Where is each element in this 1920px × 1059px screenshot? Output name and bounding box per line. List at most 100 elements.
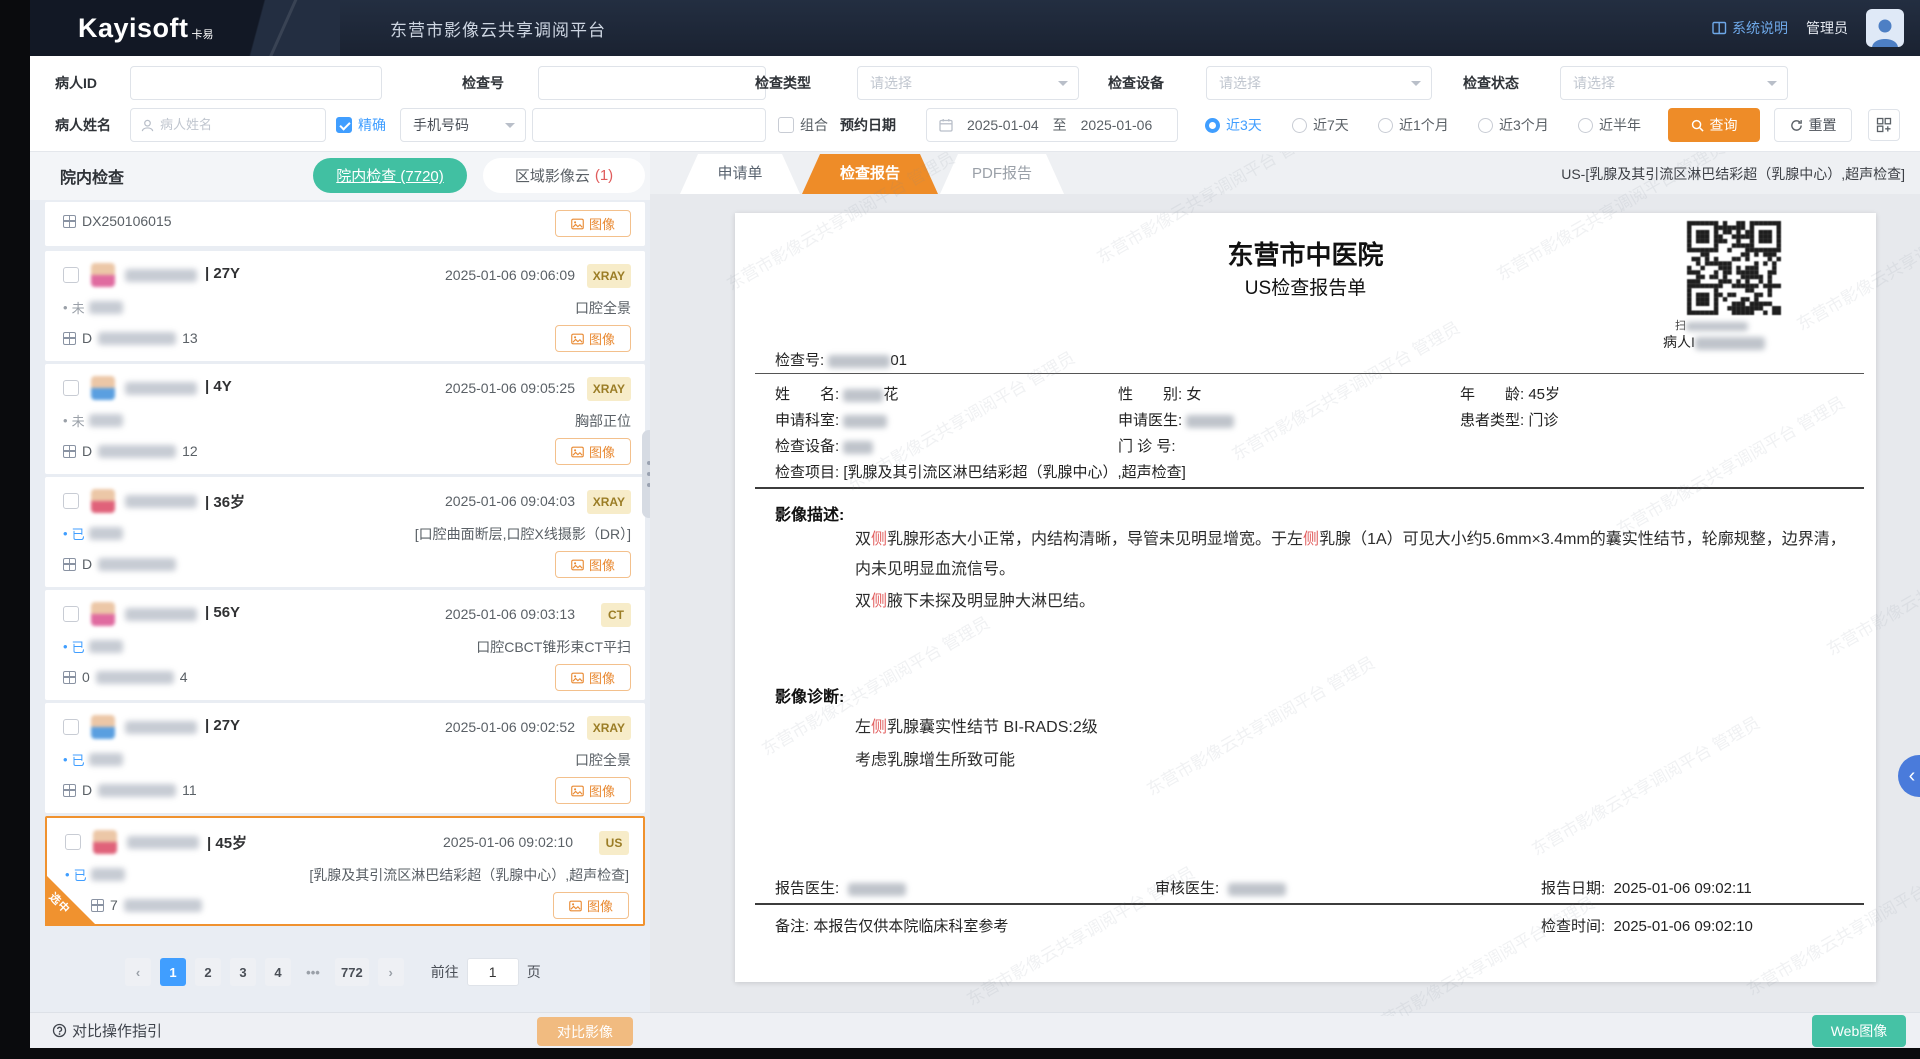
patient-name-redacted bbox=[125, 721, 197, 734]
radio-last-3-days[interactable]: 近3天 bbox=[1205, 108, 1262, 142]
device-select[interactable]: 请选择 bbox=[1206, 66, 1432, 100]
manual-icon bbox=[1712, 21, 1727, 35]
accession-number: D bbox=[63, 556, 182, 572]
radio-last-half-year[interactable]: 近半年 bbox=[1578, 108, 1641, 142]
image-icon bbox=[569, 900, 582, 912]
item-checkbox[interactable] bbox=[63, 719, 79, 735]
diag-line-1: 左侧乳腺囊实性结节 BI-RADS:2级 bbox=[855, 713, 1855, 743]
status-badge: •未 bbox=[63, 298, 123, 317]
radio-dot-icon bbox=[1205, 118, 1220, 133]
item-checkbox[interactable] bbox=[63, 493, 79, 509]
avatar[interactable] bbox=[1866, 9, 1904, 47]
list-item[interactable]: | 27Y 2025-01-06 09:06:09 XRAY •未 口腔全景 D… bbox=[45, 251, 645, 361]
prev-page-button[interactable]: ‹ bbox=[125, 958, 151, 986]
page-button-1[interactable]: 1 bbox=[160, 958, 186, 986]
image-icon bbox=[571, 785, 584, 797]
checkbox-checked-icon bbox=[336, 117, 352, 133]
patient-id-input[interactable] bbox=[130, 66, 382, 100]
status-badge: •已 bbox=[63, 524, 123, 543]
exam-name: 胸部正位 bbox=[575, 411, 631, 431]
exam-name: 口腔全景 bbox=[575, 298, 631, 318]
item-checkbox[interactable] bbox=[63, 606, 79, 622]
tab-exam-report[interactable]: 检查报告 bbox=[802, 154, 938, 194]
radio-last-7-days[interactable]: 近7天 bbox=[1292, 108, 1349, 142]
exact-checkbox[interactable]: 精确 bbox=[336, 108, 386, 142]
search-button[interactable]: 查询 bbox=[1668, 108, 1760, 142]
page-ellipsis[interactable]: ••• bbox=[300, 958, 326, 986]
diag-section-title: 影像诊断: bbox=[775, 683, 844, 707]
patient-photo bbox=[93, 830, 117, 854]
field-req-dept: 申请科室: bbox=[775, 409, 887, 430]
view-image-button[interactable]: 图像 bbox=[553, 892, 629, 919]
page-button-772[interactable]: 772 bbox=[335, 958, 369, 986]
item-checkbox[interactable] bbox=[63, 380, 79, 396]
user-name[interactable]: 管理员 bbox=[1806, 18, 1848, 38]
system-help-link[interactable]: 系统说明 bbox=[1712, 18, 1788, 38]
image-icon bbox=[571, 333, 584, 345]
compare-images-button[interactable]: 对比影像 bbox=[537, 1017, 633, 1046]
page-button-3[interactable]: 3 bbox=[230, 958, 256, 986]
exam-no-input[interactable] bbox=[538, 66, 766, 100]
radio-dot-icon bbox=[1578, 118, 1593, 133]
web-image-button[interactable]: Web图像 bbox=[1812, 1015, 1906, 1047]
patient-age: | 4Y bbox=[205, 378, 232, 395]
list-item[interactable]: | 27Y 2025-01-06 09:02:52 XRAY •已 口腔全景 D… bbox=[45, 703, 645, 813]
phone-select[interactable]: 手机号码 bbox=[400, 108, 526, 142]
next-page-button[interactable]: › bbox=[378, 958, 404, 986]
logo-text: Kayisoft bbox=[78, 13, 189, 44]
list-item-partial[interactable]: DX250106015 图像 bbox=[45, 202, 645, 246]
combo-checkbox[interactable]: 组合 bbox=[778, 108, 828, 142]
patient-photo bbox=[91, 715, 115, 739]
tab-pdf-report[interactable]: PDF报告 bbox=[940, 154, 1064, 194]
series-grid-icon bbox=[63, 558, 76, 571]
item-checkbox[interactable] bbox=[65, 834, 81, 850]
list-item[interactable]: | 56Y 2025-01-06 09:03:13 CT •已 口腔CBCT锥形… bbox=[45, 590, 645, 700]
modality-badge: XRAY bbox=[587, 490, 631, 514]
view-image-button[interactable]: 图像 bbox=[555, 664, 631, 691]
exam-type-select[interactable]: 请选择 bbox=[857, 66, 1079, 100]
radio-dot-icon bbox=[1292, 118, 1307, 133]
patient-photo bbox=[91, 376, 115, 400]
date-range-input[interactable]: 2025-01-04 至 2025-01-06 bbox=[926, 108, 1178, 142]
list-item-selected[interactable]: | 45岁 2025-01-06 09:02:10 US •已 [乳腺及其引流区… bbox=[45, 816, 645, 926]
list-item[interactable]: | 4Y 2025-01-06 09:05:25 XRAY •未 胸部正位 D1… bbox=[45, 364, 645, 474]
view-image-button[interactable]: 图像 bbox=[555, 551, 631, 578]
date-to[interactable]: 2025-01-06 bbox=[1081, 117, 1153, 133]
accession-redacted bbox=[98, 445, 176, 458]
page-button-2[interactable]: 2 bbox=[195, 958, 221, 986]
tab-request-form[interactable]: 申请单 bbox=[680, 154, 800, 194]
radio-dot-icon bbox=[1478, 118, 1493, 133]
view-image-button[interactable]: 图像 bbox=[555, 325, 631, 352]
item-checkbox[interactable] bbox=[63, 267, 79, 283]
radio-last-3-months[interactable]: 近3个月 bbox=[1478, 108, 1549, 142]
view-image-button[interactable]: 图像 bbox=[555, 210, 631, 237]
goto-page-input[interactable] bbox=[467, 958, 519, 986]
view-image-button[interactable]: 图像 bbox=[555, 777, 631, 804]
accession-redacted bbox=[98, 332, 176, 345]
person-icon bbox=[141, 119, 154, 132]
collapse-panel-button[interactable]: ‹ bbox=[1898, 755, 1920, 797]
filter-panel: 病人ID 检查号 检查类型 请选择 检查设备 请选择 检查状态 请选择 病人姓名… bbox=[30, 56, 1920, 152]
view-image-button[interactable]: 图像 bbox=[555, 438, 631, 465]
tab-hospital-exams[interactable]: 院内检查 (7720) bbox=[313, 158, 467, 193]
checkbox-empty-icon bbox=[778, 117, 794, 133]
page-button-4[interactable]: 4 bbox=[265, 958, 291, 986]
list-item[interactable]: | 36岁 2025-01-06 09:04:03 XRAY •已 [口腔曲面断… bbox=[45, 477, 645, 587]
report-document: 东营市中医院 US检查报告单 扫 病人I 检查号: 01 姓 名: 花 性 别:… bbox=[735, 213, 1876, 982]
layout-toggle-button[interactable] bbox=[1868, 109, 1900, 141]
compare-guide-link[interactable]: 对比操作指引 bbox=[52, 1020, 162, 1041]
tab-region-cloud[interactable]: 区域影像云 (1) bbox=[483, 158, 645, 193]
patient-name-redacted bbox=[127, 836, 199, 849]
desc-paragraph-2: 双侧腋下未探及明显肿大淋巴结。 bbox=[855, 587, 1855, 617]
phone-input[interactable] bbox=[532, 108, 766, 142]
reset-button[interactable]: 重置 bbox=[1774, 108, 1852, 142]
image-icon bbox=[571, 559, 584, 571]
status-select[interactable]: 请选择 bbox=[1560, 66, 1788, 100]
radio-last-1-month[interactable]: 近1个月 bbox=[1378, 108, 1449, 142]
patient-name-input[interactable]: 病人姓名 bbox=[130, 108, 326, 142]
modality-badge: US bbox=[599, 831, 629, 855]
exam-name: 口腔CBCT锥形束CT平扫 bbox=[476, 637, 631, 657]
radio-dot-icon bbox=[1378, 118, 1393, 133]
date-from[interactable]: 2025-01-04 bbox=[967, 117, 1039, 133]
patient-id-line: 病人I bbox=[1663, 332, 1765, 352]
